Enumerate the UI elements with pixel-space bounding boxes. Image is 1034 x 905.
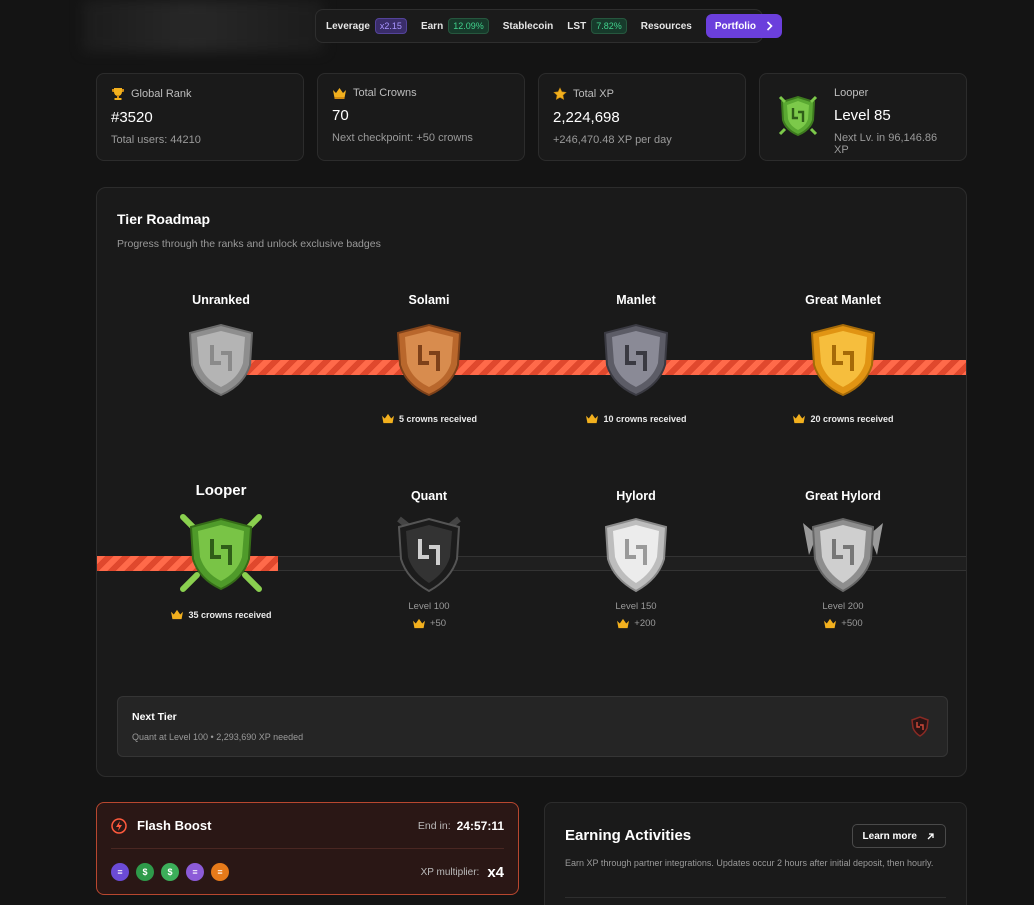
great-hylord-badge-icon bbox=[803, 517, 883, 593]
stat-card-tier: Looper Level 85 Next Lv. in 96,146.86 XP bbox=[759, 73, 967, 161]
countdown-timer: 24:57:11 bbox=[456, 818, 504, 833]
nav-lst[interactable]: LST 7.82% bbox=[567, 18, 627, 34]
crown-icon bbox=[333, 88, 346, 99]
nav-earn-pill: 12.09% bbox=[448, 18, 489, 34]
total-xp-sub: +246,470.48 XP per day bbox=[553, 134, 672, 146]
crown-icon bbox=[171, 609, 184, 620]
crown-icon bbox=[824, 618, 837, 629]
end-in-label: End in: bbox=[417, 819, 451, 832]
tier-quant: Quant Level 100 +50 bbox=[324, 489, 534, 629]
trophy-icon bbox=[112, 88, 124, 100]
next-tier-box: Next Tier Quant at Level 100 • 2,293,690… bbox=[117, 696, 948, 757]
panel-title: Tier Roadmap bbox=[117, 211, 211, 227]
total-xp-value: 2,224,698 bbox=[553, 109, 620, 126]
tier-next-sub: Next Lv. in 96,146.86 XP bbox=[834, 132, 938, 156]
next-tier-sub: Quant at Level 100 • 2,293,690 XP needed bbox=[132, 732, 304, 742]
total-crowns-sub: Next checkpoint: +50 crowns bbox=[332, 132, 473, 144]
manlet-badge-icon bbox=[603, 323, 669, 397]
tier-solami: Solami 5 crowns received bbox=[324, 293, 534, 424]
unranked-badge-icon bbox=[188, 323, 254, 397]
arrow-up-right-icon bbox=[927, 832, 934, 839]
solami-badge-icon bbox=[396, 323, 462, 397]
tier-great-hylord: Great Hylord Level 200 +500 bbox=[738, 489, 948, 629]
flash-boost-card: Flash Boost End in: 24:57:11 ≡ $ $ ≡ ≡ X… bbox=[96, 802, 519, 895]
earning-activities-card: Earning Activities Learn more Earn XP th… bbox=[544, 802, 967, 905]
panel-subtitle: Progress through the ranks and unlock ex… bbox=[117, 238, 381, 250]
quant-level: Level 100 bbox=[408, 601, 450, 612]
divider bbox=[565, 897, 946, 898]
stat-card-global-rank: Global Rank #3520 Total users: 44210 bbox=[96, 73, 304, 161]
token-icon-3: $ bbox=[161, 863, 179, 881]
star-icon bbox=[553, 87, 567, 100]
tier-roadmap-panel: Tier Roadmap Progress through the ranks … bbox=[96, 187, 967, 777]
flash-boost-title: Flash Boost bbox=[137, 818, 212, 833]
hylord-badge-icon bbox=[604, 517, 668, 593]
looper-badge-icon bbox=[778, 95, 818, 137]
crown-icon bbox=[586, 413, 599, 424]
token-icon-1: ≡ bbox=[111, 863, 129, 881]
token-icon-4: ≡ bbox=[186, 863, 204, 881]
multiplier-value: x4 bbox=[487, 863, 504, 881]
tier-unranked: Unranked bbox=[116, 293, 326, 397]
crown-icon bbox=[793, 413, 806, 424]
nav-lst-pill: 7.82% bbox=[591, 18, 627, 34]
lightning-icon bbox=[111, 817, 127, 834]
portfolio-button[interactable]: Portfolio bbox=[705, 14, 782, 38]
earning-title: Earning Activities bbox=[565, 827, 692, 844]
token-icon-2: $ bbox=[136, 863, 154, 881]
chevron-right-icon bbox=[766, 21, 773, 31]
nav-leverage[interactable]: Leverage x2.15 bbox=[326, 18, 407, 34]
total-crowns-value: 70 bbox=[332, 107, 349, 124]
quant-badge-icon bbox=[397, 516, 461, 593]
global-rank-value: #3520 bbox=[111, 109, 153, 126]
crown-icon bbox=[617, 618, 630, 629]
nav-resources[interactable]: Resources bbox=[641, 21, 692, 32]
nav-earn[interactable]: Earn 12.09% bbox=[421, 18, 489, 34]
blurred-logo bbox=[82, 0, 324, 52]
next-tier-title: Next Tier bbox=[132, 711, 177, 723]
nav-leverage-pill: x2.15 bbox=[374, 18, 407, 34]
tier-level-value: Level 85 bbox=[834, 107, 891, 124]
top-nav: Leverage x2.15 Earn 12.09% Stablecoin LS… bbox=[315, 9, 782, 43]
tier-hylord: Hylord Level 150 +200 bbox=[531, 489, 741, 629]
crown-icon bbox=[382, 413, 394, 424]
great-manlet-badge-icon bbox=[810, 323, 876, 397]
tier-looper: Looper 35 crowns received bbox=[116, 482, 326, 620]
nav-stablecoin[interactable]: Stablecoin bbox=[503, 21, 554, 32]
tier-manlet: Manlet 10 crowns received bbox=[531, 293, 741, 424]
stat-card-total-crowns: Total Crowns 70 Next checkpoint: +50 cro… bbox=[317, 73, 525, 161]
stat-card-total-xp: Total XP 2,224,698 +246,470.48 XP per da… bbox=[538, 73, 746, 161]
multiplier-label: XP multiplier: bbox=[420, 866, 480, 878]
tier-great-manlet: Great Manlet 20 crowns received bbox=[738, 293, 948, 424]
great-hylord-level: Level 200 bbox=[822, 601, 864, 612]
hylord-level: Level 150 bbox=[615, 601, 657, 612]
crown-icon bbox=[412, 618, 425, 629]
learn-more-button[interactable]: Learn more bbox=[851, 824, 946, 848]
token-icon-5: ≡ bbox=[211, 863, 229, 881]
quant-badge-icon bbox=[911, 716, 929, 737]
global-rank-sub: Total users: 44210 bbox=[111, 134, 201, 146]
looper-badge-icon bbox=[180, 514, 262, 592]
earning-description: Earn XP through partner integrations. Up… bbox=[565, 858, 934, 868]
